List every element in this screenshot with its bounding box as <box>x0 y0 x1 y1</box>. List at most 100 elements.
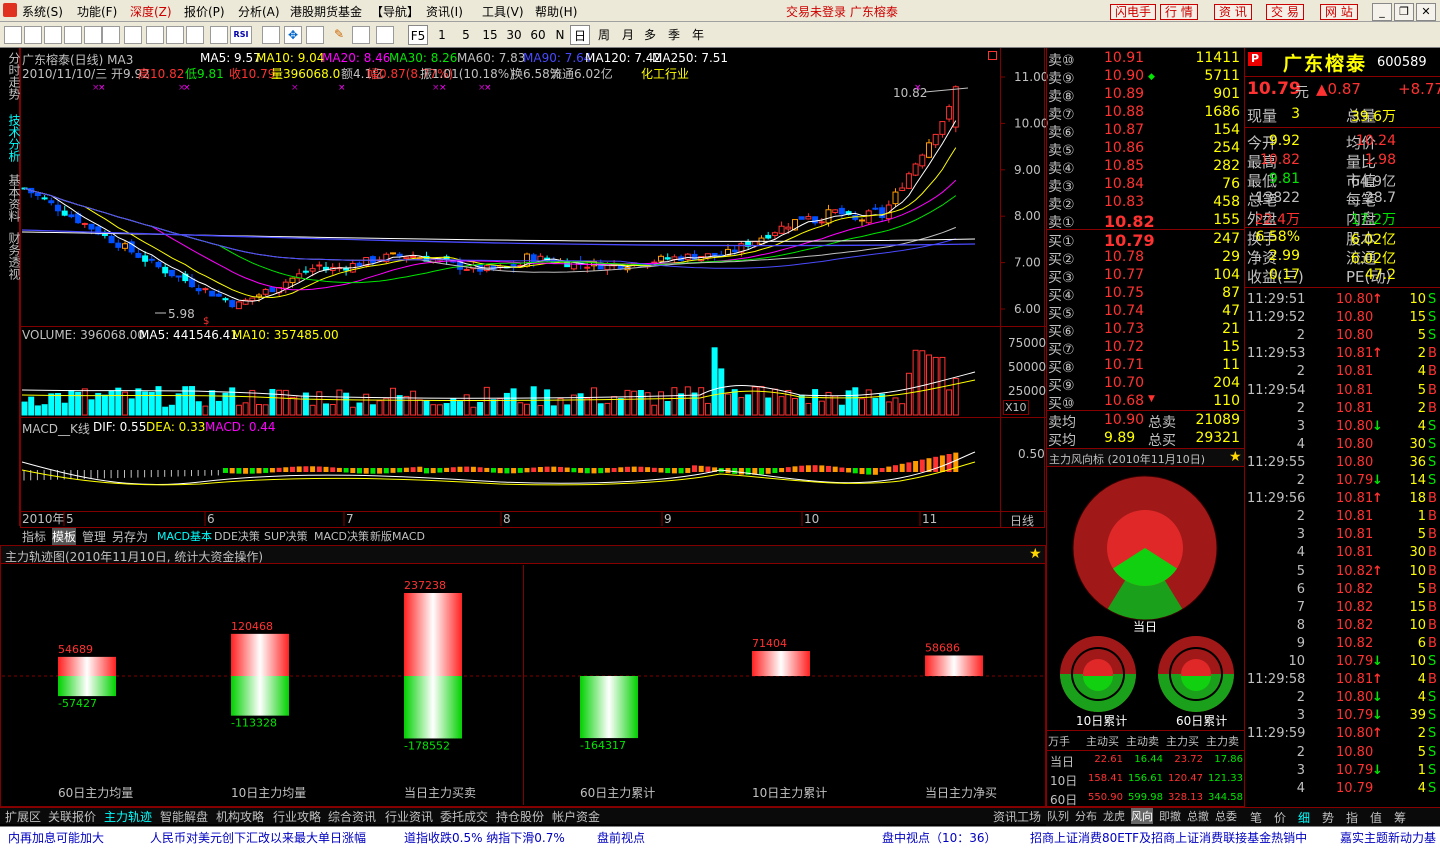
menu-item-7[interactable]: 资讯(I) <box>426 3 463 20</box>
period-F5[interactable]: F5 <box>408 25 428 45</box>
indicator-tab-3[interactable]: 另存为 <box>112 528 148 545</box>
period-5[interactable]: 5 <box>456 25 476 45</box>
period-30[interactable]: 30 <box>504 25 524 45</box>
toolbar-draw-icon[interactable]: ✎ <box>330 26 348 44</box>
bid-marker-icon: ▼ <box>1148 394 1155 404</box>
toolbar-f1-icon[interactable] <box>102 26 120 44</box>
ticker-item-6[interactable]: 嘉实主题新动力基 <box>1340 829 1436 846</box>
quick-button-1[interactable]: 行 情 <box>1160 4 1198 20</box>
period-60[interactable]: 60 <box>528 25 548 45</box>
right-tab-4[interactable]: 指 <box>1346 809 1358 826</box>
tick-price-10: 10.79 <box>1336 473 1374 488</box>
period-多[interactable]: 多 <box>640 25 660 45</box>
bottom-tab-0[interactable]: 扩展区 <box>5 808 41 825</box>
ticker-item-0[interactable]: 内再加息可能加大 <box>8 829 104 846</box>
right-tab-3[interactable]: 势 <box>1322 809 1334 826</box>
menu-item-5[interactable]: 港股期货基金 <box>290 3 362 20</box>
right-tab-2[interactable]: 细 <box>1298 809 1310 826</box>
quick-button-0[interactable]: 闪电手 <box>1110 4 1157 20</box>
period-1[interactable]: 1 <box>432 25 452 45</box>
bottom-tab-1[interactable]: 关联报价 <box>48 808 96 825</box>
period-年[interactable]: 年 <box>688 25 708 45</box>
news-factory-tab[interactable]: 资讯工场 <box>993 808 1041 825</box>
right-tab-5[interactable]: 值 <box>1370 809 1382 826</box>
toolbar-f10-icon[interactable] <box>84 26 102 44</box>
right-tab-0[interactable]: 笔 <box>1250 809 1262 826</box>
toolbar-scale-icon[interactable] <box>210 26 228 44</box>
minimize-button[interactable]: _ <box>1372 3 1392 21</box>
left-tab-2[interactable]: 基本资料 <box>0 174 21 222</box>
menu-item-2[interactable]: 深度(Z) <box>130 3 172 20</box>
toolbar-f2-icon[interactable] <box>124 26 142 44</box>
indicator-tab-2[interactable]: 管理 <box>82 528 106 545</box>
restore-button[interactable]: ❐ <box>1394 3 1414 21</box>
bottom-tab-3[interactable]: 智能解盘 <box>160 808 208 825</box>
toolbar-back-icon[interactable] <box>4 26 22 44</box>
left-tab-3[interactable]: 财务透视 <box>0 232 21 280</box>
indicator-tab-5[interactable]: DDE决策 <box>214 528 260 544</box>
toolbar-fund-icon[interactable] <box>64 26 82 44</box>
flow-tab-0[interactable]: 队列 <box>1047 808 1069 824</box>
left-tab-0[interactable]: 分时走势 <box>0 52 21 100</box>
toolbar-rsi-icon[interactable]: RSI <box>230 26 252 44</box>
indicator-tab-6[interactable]: SUP决策 <box>264 528 308 544</box>
flow-tab-6[interactable]: 总委 <box>1215 808 1237 824</box>
toolbar-chart-icon[interactable] <box>44 26 62 44</box>
period-月[interactable]: 月 <box>618 25 638 45</box>
indicator-tab-4[interactable]: MACD基本 <box>157 528 212 544</box>
flow-tab-2[interactable]: 龙虎 <box>1103 808 1125 824</box>
toolbar-move-icon[interactable]: ✥ <box>284 26 302 44</box>
ticker-item-4[interactable]: 盘中视点（10：36） <box>882 829 997 846</box>
bottom-tab-8[interactable]: 委托成交 <box>440 808 488 825</box>
quick-button-2[interactable]: 资 讯 <box>1214 4 1252 20</box>
ticker-item-5[interactable]: 招商上证消费80ETF及招商上证消费联接基金热销中 <box>1030 829 1307 846</box>
indicator-tab-0[interactable]: 指标 <box>22 528 46 545</box>
toolbar-zoom-out-icon[interactable] <box>186 26 204 44</box>
flow-star-icon[interactable]: ★ <box>1229 449 1242 465</box>
bottom-tab-2[interactable]: 主力轨迹 <box>104 808 152 825</box>
close-button[interactable]: ✕ <box>1416 3 1436 21</box>
toolbar-pencil-icon[interactable] <box>352 26 370 44</box>
toolbar-zoom-in-icon[interactable] <box>166 26 184 44</box>
period-N[interactable]: N <box>550 25 570 45</box>
toolbar-line-icon[interactable] <box>376 26 394 44</box>
bid-label-7: 买⑧ <box>1048 360 1075 376</box>
toolbar-indicator-icon[interactable] <box>262 26 280 44</box>
flow-tab-3[interactable]: 风向 <box>1131 808 1153 824</box>
menu-item-9[interactable]: 帮助(H) <box>535 3 577 20</box>
toolbar-pan-icon[interactable] <box>306 26 324 44</box>
quick-button-3[interactable]: 交 易 <box>1266 4 1304 20</box>
bottom-tab-4[interactable]: 机构攻略 <box>216 808 264 825</box>
period-15[interactable]: 15 <box>480 25 500 45</box>
period-周[interactable]: 周 <box>594 25 614 45</box>
bottom-tab-9[interactable]: 持仓股份 <box>496 808 544 825</box>
chart-expand-icon[interactable] <box>988 51 997 60</box>
ticker-item-1[interactable]: 人民币对美元创下汇改以来最大单日涨幅 <box>150 829 366 846</box>
flow-tab-1[interactable]: 分布 <box>1075 808 1097 824</box>
bottom-tab-7[interactable]: 行业资讯 <box>385 808 433 825</box>
menu-item-1[interactable]: 功能(F) <box>77 3 117 20</box>
indicator-tab-8[interactable]: 新版MACD <box>370 528 425 544</box>
ticker-item-3[interactable]: 盘前视点 <box>597 829 645 846</box>
toolbar-forward-icon[interactable] <box>24 26 42 44</box>
left-tab-1[interactable]: 技术分析 <box>0 114 21 162</box>
menu-item-0[interactable]: 系统(S) <box>22 3 63 20</box>
quick-button-4[interactable]: 网 站 <box>1320 4 1358 20</box>
bottom-tab-6[interactable]: 综合资讯 <box>328 808 376 825</box>
menu-item-3[interactable]: 报价(P) <box>184 3 225 20</box>
indicator-tab-1[interactable]: 模板 <box>52 528 77 545</box>
menu-item-6[interactable]: 【导航】 <box>371 3 419 20</box>
menu-item-4[interactable]: 分析(A) <box>238 3 280 20</box>
period-季[interactable]: 季 <box>664 25 684 45</box>
bottom-tab-5[interactable]: 行业攻略 <box>273 808 321 825</box>
right-tab-1[interactable]: 价 <box>1274 809 1286 826</box>
right-tab-6[interactable]: 筹 <box>1394 809 1406 826</box>
bottom-tab-10[interactable]: 帐户资金 <box>552 808 600 825</box>
indicator-tab-7[interactable]: MACD决策 <box>314 528 369 544</box>
toolbar-f3-icon[interactable] <box>146 26 164 44</box>
flow-tab-5[interactable]: 总撤 <box>1187 808 1209 824</box>
ticker-item-2[interactable]: 道指收跌0.5% 纳指下滑0.7% <box>404 829 565 846</box>
flow-tab-4[interactable]: 即撤 <box>1159 808 1181 824</box>
period-日[interactable]: 日 <box>570 25 590 45</box>
menu-item-8[interactable]: 工具(V) <box>482 3 524 20</box>
